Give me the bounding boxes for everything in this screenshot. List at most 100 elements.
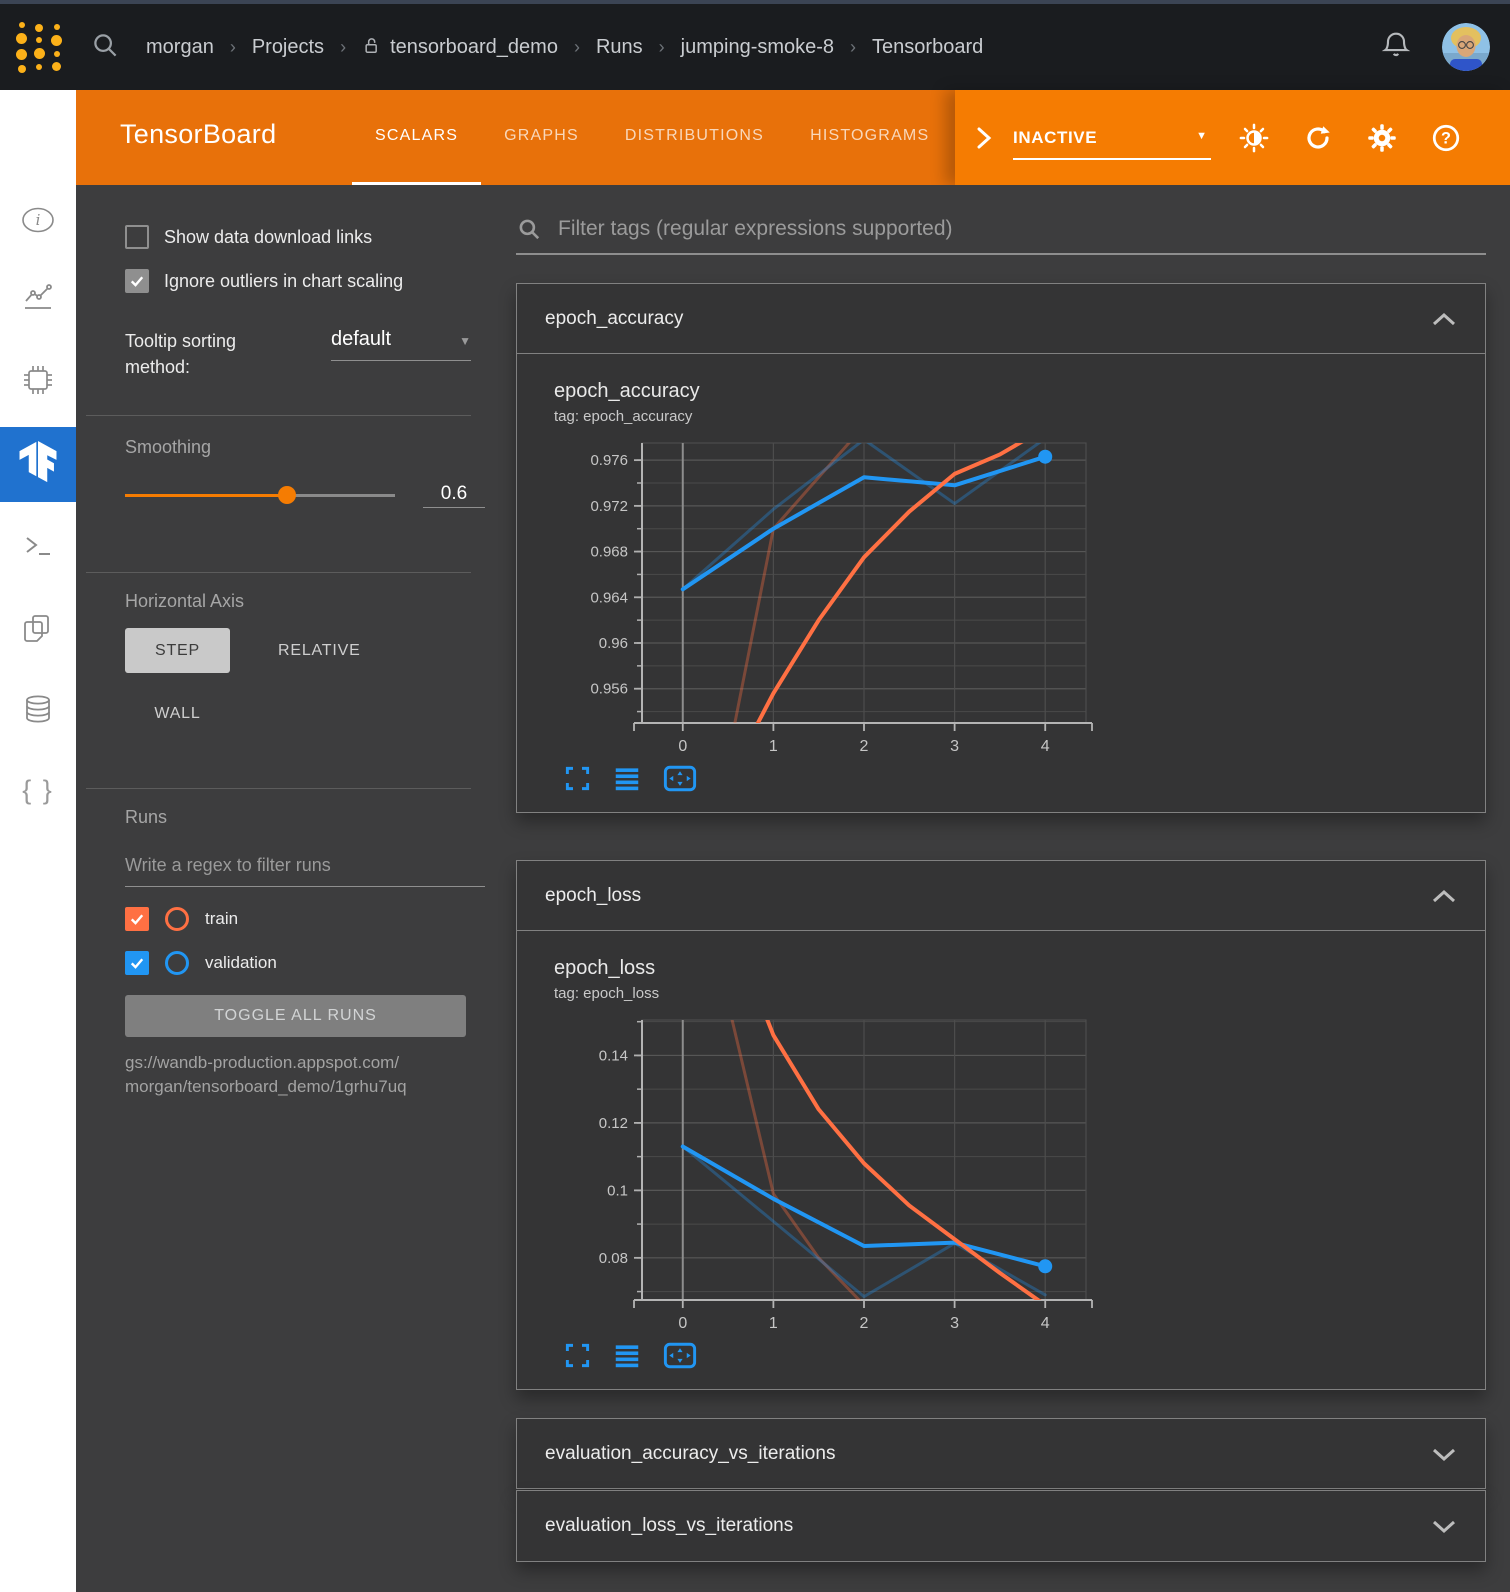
tensorboard-header: TensorBoard SCALARS GRAPHS DISTRIBUTIONS… (76, 90, 1510, 185)
settings-gear-icon[interactable] (1367, 123, 1397, 153)
expand-chevron-down-icon[interactable] (1431, 1446, 1457, 1462)
filter-tags-input[interactable] (556, 216, 1486, 242)
run-validation-checkbox[interactable] (125, 951, 149, 975)
breadcrumb-user[interactable]: morgan (146, 36, 214, 59)
tooltip-sorting-label: Tooltip sorting method: (125, 328, 293, 380)
run-state-dropdown[interactable]: INACTIVE ▼ (1013, 128, 1211, 148)
notifications-bell-icon[interactable] (1380, 29, 1412, 66)
chart-actions (564, 765, 1485, 792)
tooltip-sorting-value: default (331, 328, 391, 350)
fit-domain-icon[interactable] (663, 765, 697, 792)
dark-mode-toggle-icon[interactable] (1239, 123, 1269, 153)
run-row-train: train (125, 907, 485, 931)
breadcrumb-separator: › (230, 37, 236, 58)
user-avatar[interactable] (1442, 23, 1490, 71)
ignore-outliers-row: Ignore outliers in chart scaling (125, 269, 485, 293)
runs-bucket-path: gs://wandb-production.appspot.com/ morga… (125, 1051, 485, 1099)
help-icon[interactable]: ? (1431, 123, 1461, 153)
svg-text:0.976: 0.976 (590, 452, 628, 469)
breadcrumb-runs[interactable]: Runs (596, 36, 643, 59)
svg-text:3: 3 (950, 1315, 959, 1332)
expand-card-icon[interactable] (564, 1342, 591, 1369)
smoothing-control (125, 481, 485, 508)
reload-data-icon[interactable] (1303, 123, 1333, 153)
wandb-logo-dots (34, 24, 45, 70)
toggle-all-runs-button[interactable]: TOGGLE ALL RUNS (125, 995, 466, 1037)
section-evaluation-accuracy-header[interactable]: evaluation_accuracy_vs_iterations (517, 1419, 1485, 1488)
breadcrumb: morgan › Projects › tensorboard_demo › R… (146, 34, 983, 60)
epoch-loss-chart[interactable]: 0.080.10.120.1401234 (554, 1008, 1094, 1338)
tab-histograms[interactable]: HISTOGRAMS (787, 90, 952, 185)
section-epoch-accuracy-header[interactable]: epoch_accuracy (517, 284, 1485, 353)
search-icon[interactable] (90, 30, 120, 65)
svg-text:0: 0 (678, 738, 687, 755)
expand-chevron-down-icon[interactable] (1431, 1518, 1457, 1534)
smoothing-label: Smoothing (125, 437, 485, 458)
svg-text:0.08: 0.08 (599, 1250, 628, 1267)
show-download-links-row: Show data download links (125, 225, 485, 249)
wandb-logo[interactable] (16, 21, 62, 73)
rail-chip-icon[interactable] (0, 363, 76, 397)
wandb-logo-dots (16, 22, 27, 73)
wandb-topnav: morgan › Projects › tensorboard_demo › R… (0, 4, 1510, 90)
breadcrumb-projects[interactable]: Projects (252, 36, 324, 59)
runs-label: Runs (125, 807, 485, 828)
svg-text:0.956: 0.956 (590, 681, 628, 698)
rail-tensorboard-item-active[interactable] (0, 427, 76, 502)
chart-tag: tag: epoch_accuracy (554, 408, 1485, 425)
toggle-all-runs-wrap: TOGGLE ALL RUNS (125, 995, 485, 1037)
breadcrumb-run[interactable]: jumping-smoke-8 (681, 36, 834, 59)
tab-distributions[interactable]: DISTRIBUTIONS (602, 90, 787, 185)
expand-card-icon[interactable] (564, 765, 591, 792)
svg-text:0.96: 0.96 (599, 635, 628, 652)
rail-copy-files-icon[interactable] (0, 611, 76, 645)
filter-tags-row (516, 205, 1486, 255)
breadcrumb-tensorboard[interactable]: Tensorboard (872, 36, 983, 59)
rail-braces-icon[interactable]: { } (0, 773, 76, 807)
data-table-icon[interactable] (613, 1342, 641, 1369)
svg-text:0.964: 0.964 (590, 589, 628, 606)
svg-text:i: i (36, 211, 41, 229)
epoch-accuracy-card: epoch_accuracy tag: epoch_accuracy 0.956… (517, 353, 1485, 792)
run-validation-color-swatch (165, 951, 189, 975)
tensorboard-header-controls: INACTIVE ▼ (955, 90, 1510, 185)
svg-text:0.1: 0.1 (607, 1182, 628, 1199)
rail-info-icon[interactable]: i (0, 203, 76, 237)
section-evaluation-loss-header[interactable]: evaluation_loss_vs_iterations (517, 1491, 1485, 1560)
tooltip-sorting-dropdown[interactable]: default ▼ (331, 328, 471, 351)
tensorflow-logo-icon (17, 441, 59, 488)
panel-divider (86, 788, 471, 789)
section-title: epoch_loss (545, 885, 641, 907)
data-table-icon[interactable] (613, 765, 641, 792)
section-epoch-loss-header[interactable]: epoch_loss (517, 861, 1485, 930)
epoch-accuracy-chart[interactable]: 0.9560.960.9640.9680.9720.97601234 (554, 431, 1094, 761)
rail-terminal-icon[interactable] (0, 529, 76, 563)
scalars-main-area: epoch_accuracy epoch_accuracy tag: epoch… (516, 185, 1486, 1592)
axis-option-step[interactable]: STEP (125, 628, 230, 673)
rail-database-icon[interactable] (0, 692, 76, 726)
ignore-outliers-checkbox[interactable] (125, 269, 149, 293)
tabs-scroll-right-icon[interactable] (973, 125, 995, 151)
run-state-value: INACTIVE (1013, 128, 1097, 147)
axis-option-wall[interactable]: WALL (154, 705, 200, 722)
svg-text:0.12: 0.12 (599, 1115, 628, 1132)
collapse-chevron-up-icon[interactable] (1431, 311, 1457, 327)
section-title: evaluation_accuracy_vs_iterations (545, 1443, 835, 1465)
axis-option-relative[interactable]: RELATIVE (278, 642, 361, 660)
smoothing-value-input[interactable] (423, 481, 485, 508)
bucket-path-line1: gs://wandb-production.appspot.com/ (125, 1051, 485, 1075)
collapse-chevron-up-icon[interactable] (1431, 888, 1457, 904)
smoothing-slider-thumb[interactable] (278, 486, 296, 504)
show-download-links-checkbox[interactable] (125, 225, 149, 249)
fit-domain-icon[interactable] (663, 1342, 697, 1369)
runs-regex-input[interactable] (125, 851, 485, 887)
tab-scalars[interactable]: SCALARS (352, 90, 481, 185)
rail-line-chart-icon[interactable] (0, 281, 76, 315)
panel-divider (86, 415, 471, 416)
smoothing-slider[interactable] (125, 483, 395, 507)
show-download-links-label: Show data download links (164, 227, 372, 248)
section-title: evaluation_loss_vs_iterations (545, 1515, 793, 1537)
breadcrumb-project[interactable]: tensorboard_demo (390, 36, 558, 59)
tab-graphs[interactable]: GRAPHS (481, 90, 602, 185)
run-train-checkbox[interactable] (125, 907, 149, 931)
